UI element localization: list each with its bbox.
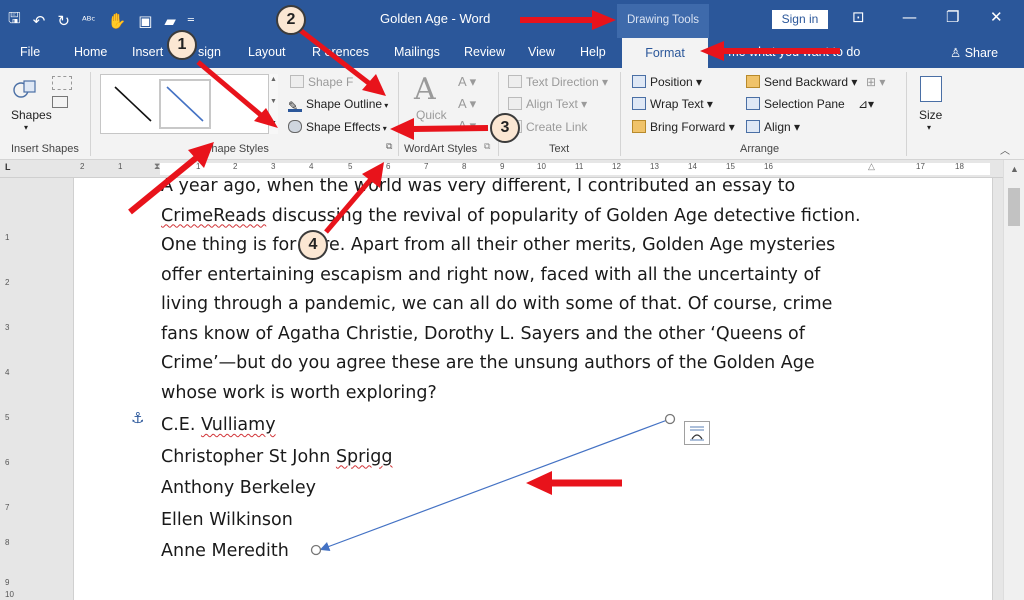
red-arrows	[128, 10, 840, 495]
callout-2: 2	[276, 5, 306, 35]
callout-1: 1	[167, 30, 197, 60]
line-handle[interactable]	[664, 413, 676, 425]
callout-4: 4	[298, 230, 328, 260]
annotation-overlay	[128, 10, 840, 556]
line-handle[interactable]	[310, 544, 322, 556]
callout-3: 3	[490, 113, 520, 143]
